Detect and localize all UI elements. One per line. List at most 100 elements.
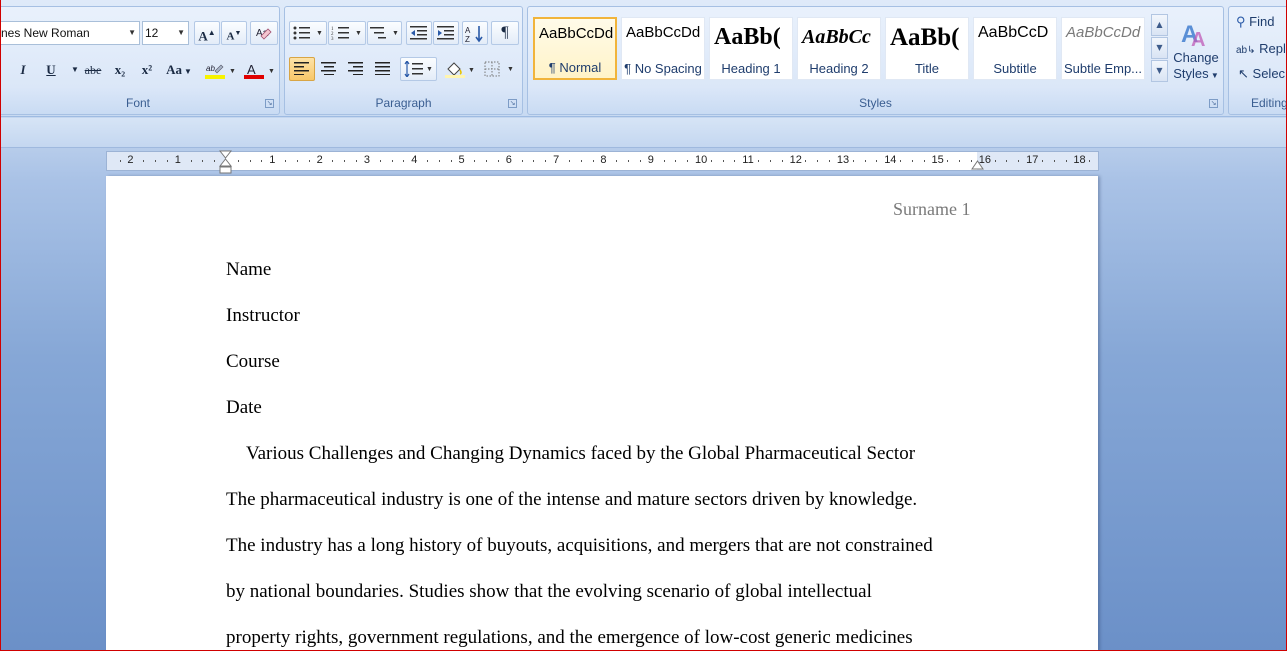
svg-text:▼: ▼ xyxy=(507,65,514,73)
ruler-tick xyxy=(1089,160,1091,162)
ruler-number: 6 xyxy=(505,154,512,166)
strikethrough-button[interactable]: abe xyxy=(80,58,106,82)
styles-dialog-launcher-icon[interactable]: ↘ xyxy=(1209,99,1218,108)
doc-title: Various Challenges and Changing Dynamics… xyxy=(246,443,916,464)
clear-formatting-button[interactable]: Aa xyxy=(250,21,278,45)
numbering-button[interactable]: 1 2 3 ▼ xyxy=(328,21,366,45)
replace-icon: ab↳ xyxy=(1236,45,1256,56)
ruler-tick xyxy=(663,160,665,162)
align-left-button[interactable] xyxy=(289,57,315,81)
increase-indent-button[interactable] xyxy=(433,21,459,45)
align-right-button[interactable] xyxy=(343,57,369,81)
style-heading-2[interactable]: AaBbCc Heading 2 xyxy=(797,17,881,80)
superscript-button[interactable]: x² xyxy=(135,58,159,82)
show-formatting-marks-button[interactable]: ¶ xyxy=(491,21,519,45)
ruler-number: 7 xyxy=(553,154,560,166)
ruler-tick xyxy=(568,160,570,162)
styles-gallery: AaBbCcDd ¶ Normal AaBbCcDd ¶ No Spacing … xyxy=(532,15,1168,81)
sort-button[interactable]: A Z xyxy=(462,21,488,45)
ruler-number: 2 xyxy=(316,154,323,166)
italic-label: I xyxy=(20,62,26,77)
first-line-indent-marker-icon[interactable] xyxy=(219,150,232,176)
gallery-scroll-down-icon[interactable]: ▼ xyxy=(1151,37,1168,59)
ruler-number: 14 xyxy=(884,154,897,166)
ruler-tick xyxy=(202,160,204,162)
ruler-tick xyxy=(533,160,535,162)
underline-button[interactable]: U xyxy=(38,58,64,82)
ribbon: Font ↘ nes New Roman ▼ 12 ▼ A▲ A▼ Aa B I… xyxy=(0,0,1287,117)
style-title[interactable]: AaBb( Title xyxy=(885,17,969,80)
align-center-button[interactable] xyxy=(316,57,342,81)
ruler-tick xyxy=(332,160,334,162)
style-name: Heading 1 xyxy=(721,61,781,76)
font-size-combo[interactable]: 12 ▼ xyxy=(142,21,189,45)
justify-button[interactable] xyxy=(370,57,396,81)
ruler-tick xyxy=(190,160,192,162)
ruler-tick xyxy=(486,160,488,162)
ruler-tick xyxy=(628,160,630,162)
decrease-indent-button[interactable] xyxy=(406,21,432,45)
style-no-spacing[interactable]: AaBbCcDd ¶ No Spacing xyxy=(621,17,705,80)
change-styles-label: Change Styles ▼ xyxy=(1173,50,1219,81)
font-color-button[interactable]: A ▼ xyxy=(241,58,277,82)
ruler-number: 10 xyxy=(695,154,708,166)
replace-button[interactable]: ab↳ Repla xyxy=(1236,41,1287,59)
paragraph-dialog-launcher-icon[interactable]: ↘ xyxy=(508,99,517,108)
change-case-button[interactable]: Aa ▼ xyxy=(162,58,196,82)
font-dialog-launcher-icon[interactable]: ↘ xyxy=(265,99,274,108)
svg-text:▼: ▼ xyxy=(355,29,362,37)
document-page[interactable]: Surname 1 Name Instructor Course Date Va… xyxy=(106,176,1098,651)
line-spacing-button[interactable]: ▼ xyxy=(400,57,437,81)
ruler-number: 17 xyxy=(1026,154,1039,166)
ruler-tick xyxy=(545,160,547,162)
style-normal[interactable]: AaBbCcDd ¶ Normal xyxy=(533,17,617,80)
ruler-tick xyxy=(1041,160,1043,162)
cursor-arrow-icon: ↖ xyxy=(1238,66,1249,81)
ruler-tick xyxy=(947,160,949,162)
ruler-tick xyxy=(427,160,429,162)
gallery-scroll-up-icon[interactable]: ▲ xyxy=(1151,14,1168,36)
subscript-button[interactable]: x₂ xyxy=(108,58,132,82)
ruler-number: 12 xyxy=(789,154,802,166)
shading-button[interactable]: ▼ xyxy=(441,57,478,81)
multilevel-list-button[interactable]: ▼ xyxy=(367,21,402,45)
ruler-tick xyxy=(710,160,712,162)
gallery-more-icon[interactable]: ▼ xyxy=(1151,60,1168,82)
ruler-tick xyxy=(143,160,145,162)
ruler-tick xyxy=(356,160,358,162)
ruler-tick xyxy=(758,160,760,162)
ruler-tick xyxy=(261,160,263,162)
align-right-icon xyxy=(348,62,363,75)
change-styles-button[interactable]: A A Change Styles ▼ xyxy=(1170,14,1222,92)
style-heading-1[interactable]: AaBb( Heading 1 xyxy=(709,17,793,80)
right-indent-marker-icon[interactable] xyxy=(971,158,984,170)
style-preview: AaBbCcD xyxy=(978,24,1049,41)
grow-font-button[interactable]: A▲ xyxy=(194,21,220,45)
ruler-tick xyxy=(249,160,251,162)
grow-font-label: A xyxy=(198,28,208,44)
ruler-tick xyxy=(237,160,239,162)
shrink-font-label: A xyxy=(226,30,235,43)
italic-button[interactable]: I xyxy=(12,58,34,82)
bullets-button[interactable]: ▼ xyxy=(289,21,327,45)
style-subtle-emphasis[interactable]: AaBbCcDd Subtle Emp... xyxy=(1061,17,1145,80)
ruler-tick xyxy=(521,160,523,162)
ruler-tick xyxy=(580,160,582,162)
highlight-button[interactable]: ab ▼ xyxy=(200,58,240,82)
style-preview: AaBbCcDd xyxy=(539,25,614,42)
select-button[interactable]: ↖ Selec xyxy=(1238,66,1285,84)
font-group-label: Font xyxy=(125,96,150,110)
font-name-combo[interactable]: nes New Roman ▼ xyxy=(0,21,140,45)
borders-button[interactable]: ▼ xyxy=(480,57,518,81)
ruler-tick xyxy=(438,160,440,162)
editing-group-label: Editing xyxy=(1251,96,1287,110)
ruler-tick xyxy=(308,160,310,162)
shrink-font-button[interactable]: A▼ xyxy=(221,21,247,45)
chevron-down-icon[interactable]: ▼ xyxy=(177,22,185,44)
chevron-down-icon[interactable]: ▼ xyxy=(128,22,136,44)
ruler-tick xyxy=(769,160,771,162)
ruler-tick xyxy=(781,160,783,162)
find-button[interactable]: ⚲ Find xyxy=(1236,14,1274,32)
style-subtitle[interactable]: AaBbCcD Subtitle xyxy=(973,17,1057,80)
svg-text:▼: ▼ xyxy=(229,67,236,75)
